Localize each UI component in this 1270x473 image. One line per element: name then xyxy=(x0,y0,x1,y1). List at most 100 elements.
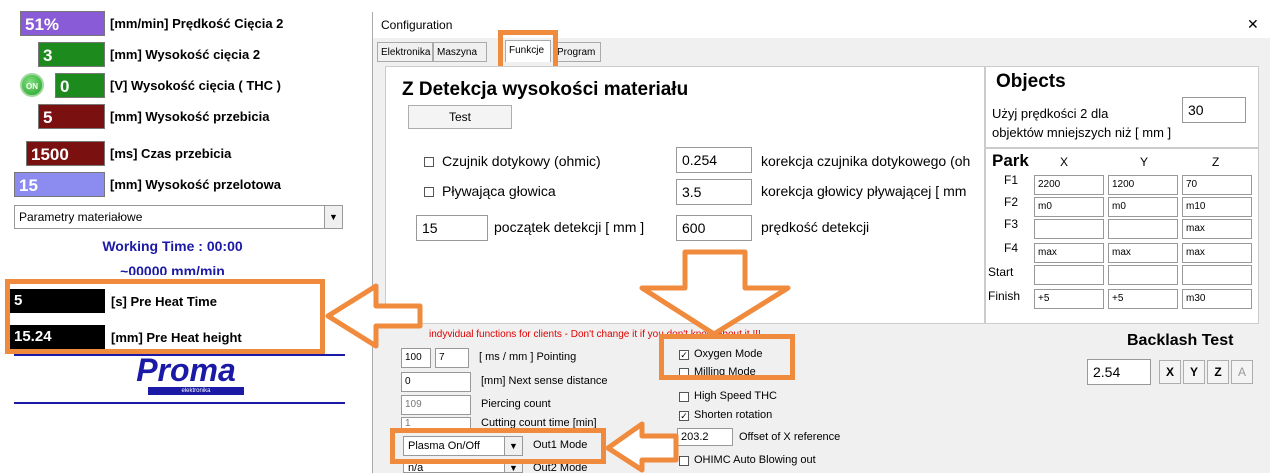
highlight-oxygen-mode xyxy=(659,334,795,380)
park-row-label: F4 xyxy=(1004,241,1019,255)
park-f4-y[interactable]: max xyxy=(1108,243,1178,263)
park-finish-y[interactable]: +5 xyxy=(1108,289,1178,309)
x-reference-offset-label: Offset of X reference xyxy=(739,431,841,443)
ohmic-correction-label: korekcja czujnika dotykowego (oh xyxy=(761,153,971,169)
park-section: Park X Y Z F1 2200 1200 70 F2 m0 m0 m10 … xyxy=(985,148,1259,324)
divider xyxy=(14,402,345,404)
park-f3-x[interactable] xyxy=(1034,219,1104,239)
park-f3-y[interactable] xyxy=(1108,219,1178,239)
speed-readout: ~00000 mm/min xyxy=(120,263,225,275)
piercing-count-input[interactable]: 109 xyxy=(401,395,471,415)
park-start-x[interactable] xyxy=(1034,265,1104,285)
detection-start-input[interactable]: 15 xyxy=(416,215,488,241)
park-finish-z[interactable]: m30 xyxy=(1182,289,1252,309)
floating-head-correction-label: korekcja głowicy pływającej [ mm xyxy=(761,183,967,199)
chevron-down-icon[interactable]: ▼ xyxy=(324,206,342,228)
x-reference-offset-input[interactable]: 203.2 xyxy=(677,428,733,446)
ohmic-correction-input[interactable]: 0.254 xyxy=(676,147,752,173)
close-icon[interactable]: ✕ xyxy=(1247,16,1259,33)
objects-size-input[interactable]: 30 xyxy=(1182,97,1246,123)
detection-speed-input[interactable]: 600 xyxy=(676,215,752,241)
thc-height-label: [V] Wysokość cięcia ( THC ) xyxy=(110,78,281,93)
park-start-y[interactable] xyxy=(1108,265,1178,285)
next-sense-input[interactable]: 0 xyxy=(401,372,471,392)
park-col-y: Y xyxy=(1140,155,1149,169)
backlash-x-button[interactable]: X xyxy=(1159,360,1181,384)
test-button[interactable]: Test xyxy=(408,105,512,129)
floating-head-input[interactable]: 3.5 xyxy=(676,179,752,205)
high-speed-thc-label: High Speed THC xyxy=(694,390,777,402)
tab-program[interactable]: Program xyxy=(553,42,601,62)
floating-head-checkbox[interactable] xyxy=(424,187,434,197)
park-f4-z[interactable]: max xyxy=(1182,243,1252,263)
thc-on-toggle[interactable]: ON xyxy=(20,73,44,97)
park-f1-z[interactable]: 70 xyxy=(1182,175,1252,195)
detection-start-label: początek detekcji [ mm ] xyxy=(494,219,645,235)
detection-speed-label: prędkość detekcji xyxy=(761,219,870,235)
ohmic-label: Czujnik dotykowy (ohmic) xyxy=(442,153,601,169)
park-row-label: F1 xyxy=(1004,173,1019,187)
highlight-out1-mode xyxy=(390,428,606,464)
tab-maszyna[interactable]: Maszyna xyxy=(433,42,487,62)
material-params-select[interactable]: Parametry materiałowe ▼ xyxy=(14,205,343,229)
pierce-time-value[interactable]: 1500 xyxy=(26,141,105,166)
park-start-z[interactable] xyxy=(1182,265,1252,285)
backlash-y-button[interactable]: Y xyxy=(1183,360,1205,384)
proma-logo-sub: elektronika xyxy=(148,387,244,395)
park-row-label: F3 xyxy=(1004,217,1019,231)
backlash-a-button[interactable]: A xyxy=(1231,360,1253,384)
highlight-preheat xyxy=(5,279,325,354)
pointing-b-input[interactable]: 7 xyxy=(435,348,469,368)
piercing-count-label: Piercing count xyxy=(481,398,551,410)
park-f2-x[interactable]: m0 xyxy=(1034,197,1104,217)
park-row-label: Finish xyxy=(988,289,1021,303)
configuration-dialog: Configuration ✕ Elektronika Maszyna Funk… xyxy=(372,12,1270,473)
cut-speed-2-label: [mm/min] Prędkość Cięcia 2 xyxy=(110,16,284,31)
backlash-title: Backlash Test xyxy=(1127,332,1234,349)
travel-height-value[interactable]: 15 xyxy=(14,172,105,197)
pierce-time-label: [ms] Czas przebicia xyxy=(110,146,232,161)
park-col-x: X xyxy=(1060,155,1069,169)
dialog-title: Configuration xyxy=(381,18,453,32)
tab-elektronika[interactable]: Elektronika xyxy=(377,42,433,62)
park-f1-y[interactable]: 1200 xyxy=(1108,175,1178,195)
park-f4-x[interactable]: max xyxy=(1034,243,1104,263)
objects-section: Objects Użyj prędkości 2 dla objektów mn… xyxy=(985,66,1259,148)
ohimc-label: OHIMC Auto Blowing out xyxy=(694,454,816,466)
park-f1-x[interactable]: 2200 xyxy=(1034,175,1104,195)
park-title: Park xyxy=(992,151,1029,170)
backlash-z-button[interactable]: Z xyxy=(1207,360,1229,384)
shorten-rotation-checkbox[interactable]: ✓ xyxy=(679,411,689,421)
ohmic-checkbox[interactable] xyxy=(424,157,434,167)
chevron-down-icon[interactable]: ▼ xyxy=(504,463,522,472)
cut-speed-2-value[interactable]: 51% xyxy=(20,11,105,36)
working-time: Working Time : 00:00 xyxy=(102,238,243,254)
park-f2-z[interactable]: m10 xyxy=(1182,197,1252,217)
pointing-a-input[interactable]: 100 xyxy=(401,348,431,368)
park-finish-x[interactable]: +5 xyxy=(1034,289,1104,309)
park-f2-y[interactable]: m0 xyxy=(1108,197,1178,217)
park-col-z: Z xyxy=(1212,155,1220,169)
pierce-height-label: [mm] Wysokość przebicia xyxy=(110,109,270,124)
next-sense-label: [mm] Next sense distance xyxy=(481,375,608,387)
shorten-rotation-label: Shorten rotation xyxy=(694,409,773,421)
high-speed-thc-checkbox[interactable] xyxy=(679,392,689,402)
park-f3-z[interactable]: max xyxy=(1182,219,1252,239)
pierce-height-value[interactable]: 5 xyxy=(38,104,105,129)
cut-height-2-label: [mm] Wysokość cięcia 2 xyxy=(110,47,261,62)
z-detection-section: Z Detekcja wysokości materiału Test Czuj… xyxy=(385,66,985,324)
left-panel: 51% [mm/min] Prędkość Cięcia 2 3 [mm] Wy… xyxy=(0,0,345,473)
z-detection-title: Z Detekcja wysokości materiału xyxy=(402,79,689,100)
material-params-value: Parametry materiałowe xyxy=(19,210,143,224)
pointing-label: [ ms / mm ] Pointing xyxy=(479,351,577,363)
travel-height-label: [mm] Wysokość przelotowa xyxy=(110,177,281,192)
objects-line2: objektów mniejszych niż [ mm ] xyxy=(992,125,1172,140)
proma-logo: Proma xyxy=(136,352,236,388)
park-row-label: F2 xyxy=(1004,195,1019,209)
backlash-value-input[interactable]: 2.54 xyxy=(1087,359,1151,385)
cut-height-2-value[interactable]: 3 xyxy=(38,42,105,67)
objects-line1: Użyj prędkości 2 dla xyxy=(992,106,1109,121)
ohimc-checkbox[interactable] xyxy=(679,456,689,466)
park-row-label: Start xyxy=(988,265,1014,279)
thc-height-value[interactable]: 0 xyxy=(55,73,105,98)
